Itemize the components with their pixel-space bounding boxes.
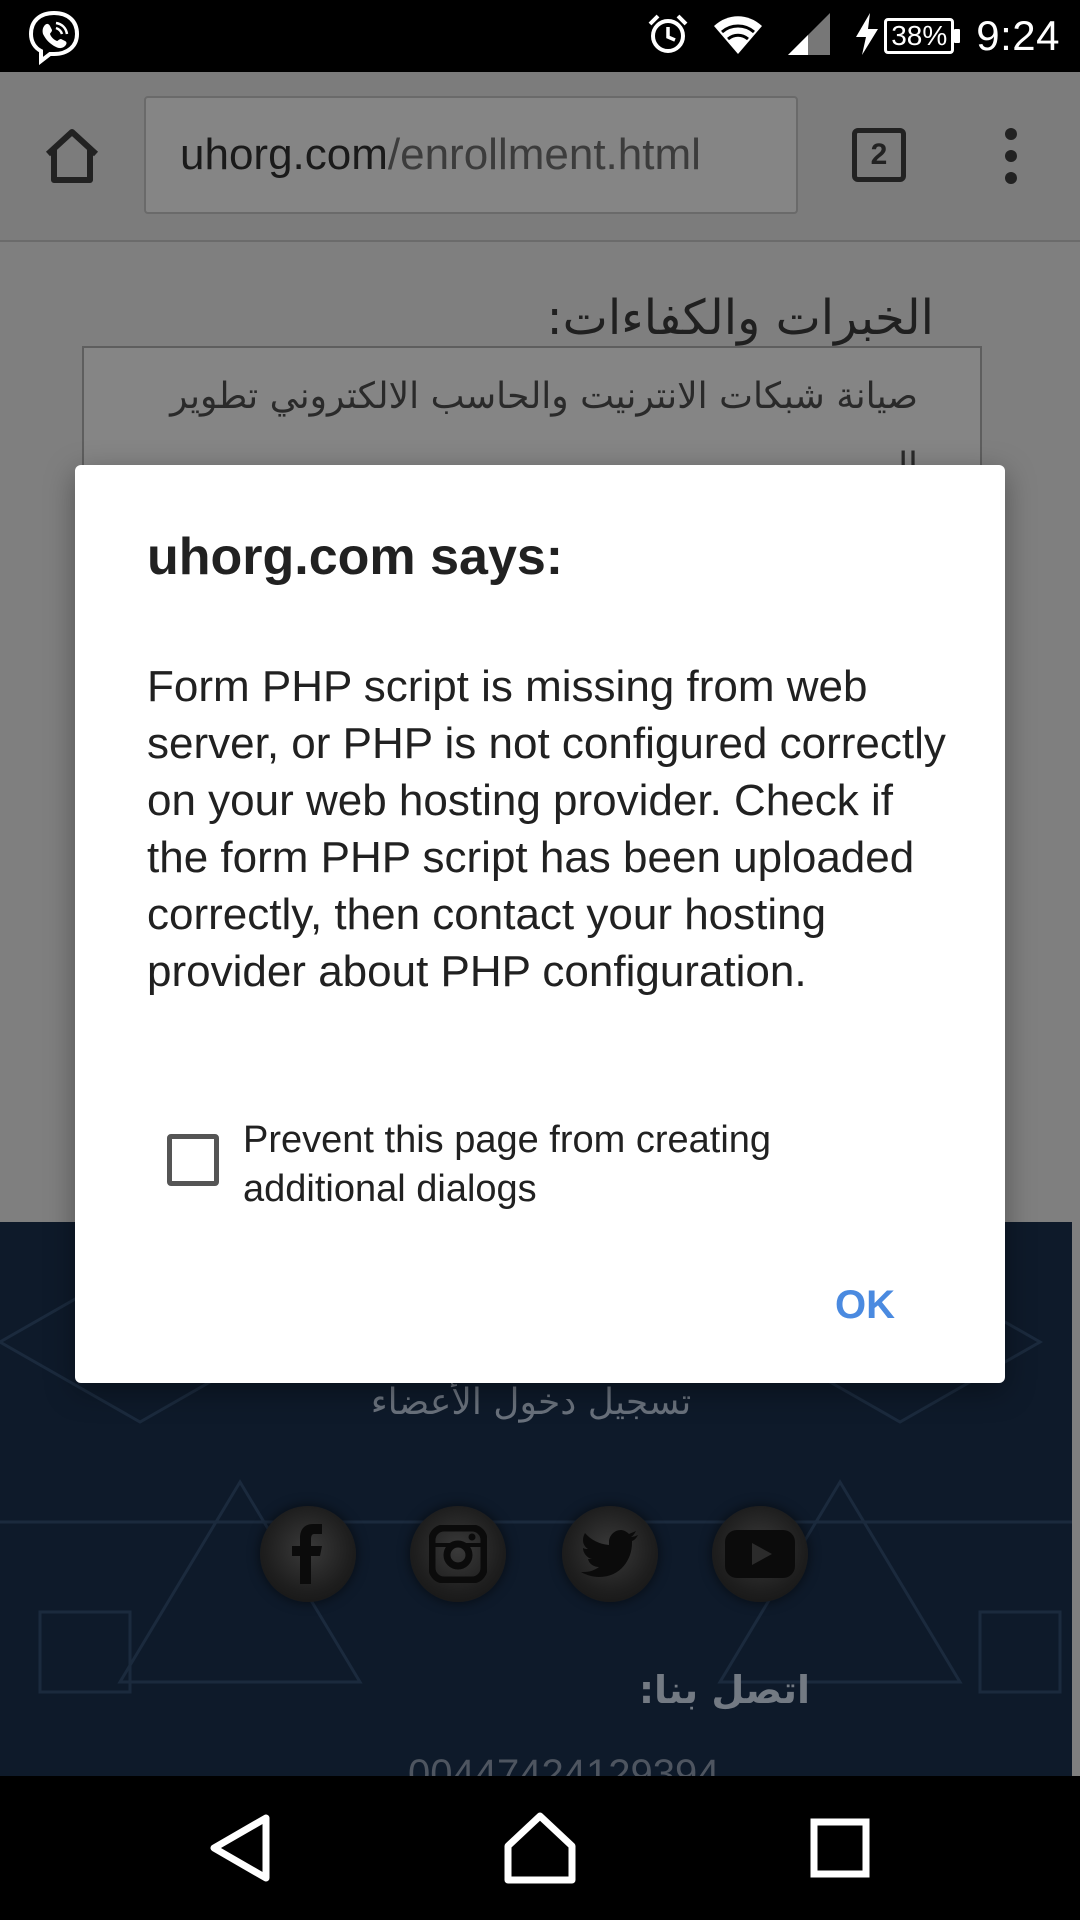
status-bar: 38% 9:24 <box>0 0 1080 72</box>
youtube-icon[interactable] <box>712 1506 808 1602</box>
battery-indicator: 38% <box>884 18 961 54</box>
member-login-link[interactable]: تسجيل دخول الأعضاء <box>0 1382 1062 1423</box>
dialog-message: Form PHP script is missing from web serv… <box>147 662 946 996</box>
clock: 9:24 <box>976 12 1060 59</box>
home-icon[interactable] <box>40 124 104 188</box>
facebook-icon[interactable] <box>260 1506 356 1602</box>
instagram-icon[interactable] <box>410 1506 506 1602</box>
section-title: الخبرات والكفاءات: <box>546 290 934 346</box>
contact-title: اتصل بنا: <box>638 1668 810 1712</box>
ok-button[interactable]: OK <box>825 1275 905 1336</box>
prevent-dialogs-label[interactable]: Prevent this page from creating addition… <box>243 1116 883 1214</box>
url-host: uhorg.com <box>180 130 388 179</box>
home-nav-icon[interactable] <box>500 1808 580 1888</box>
recents-icon[interactable] <box>800 1808 880 1888</box>
tab-switcher-button[interactable]: 2 <box>852 128 906 182</box>
back-icon[interactable] <box>200 1808 280 1888</box>
signal-icon <box>786 11 832 61</box>
viber-icon <box>26 9 82 66</box>
overflow-menu-icon[interactable] <box>1000 124 1022 188</box>
tab-count: 2 <box>870 138 888 171</box>
alert-dialog: uhorg.com says: Form PHP script is missi… <box>75 465 1005 1383</box>
charging-icon <box>854 13 880 59</box>
wifi-icon <box>712 12 764 60</box>
twitter-icon[interactable] <box>562 1506 658 1602</box>
dialog-title: uhorg.com says: <box>147 528 564 586</box>
alarm-icon <box>646 12 690 60</box>
prevent-dialogs-checkbox[interactable] <box>167 1134 219 1186</box>
url-bar[interactable]: uhorg.com/enrollment.html <box>144 96 798 214</box>
navigation-bar <box>0 1776 1080 1920</box>
contact-phone[interactable]: 00447424129394 <box>408 1752 719 1776</box>
browser-toolbar: uhorg.com/enrollment.html 2 <box>0 72 1080 242</box>
url-path: /enrollment.html <box>387 130 701 179</box>
battery-percent: 38% <box>891 20 948 51</box>
